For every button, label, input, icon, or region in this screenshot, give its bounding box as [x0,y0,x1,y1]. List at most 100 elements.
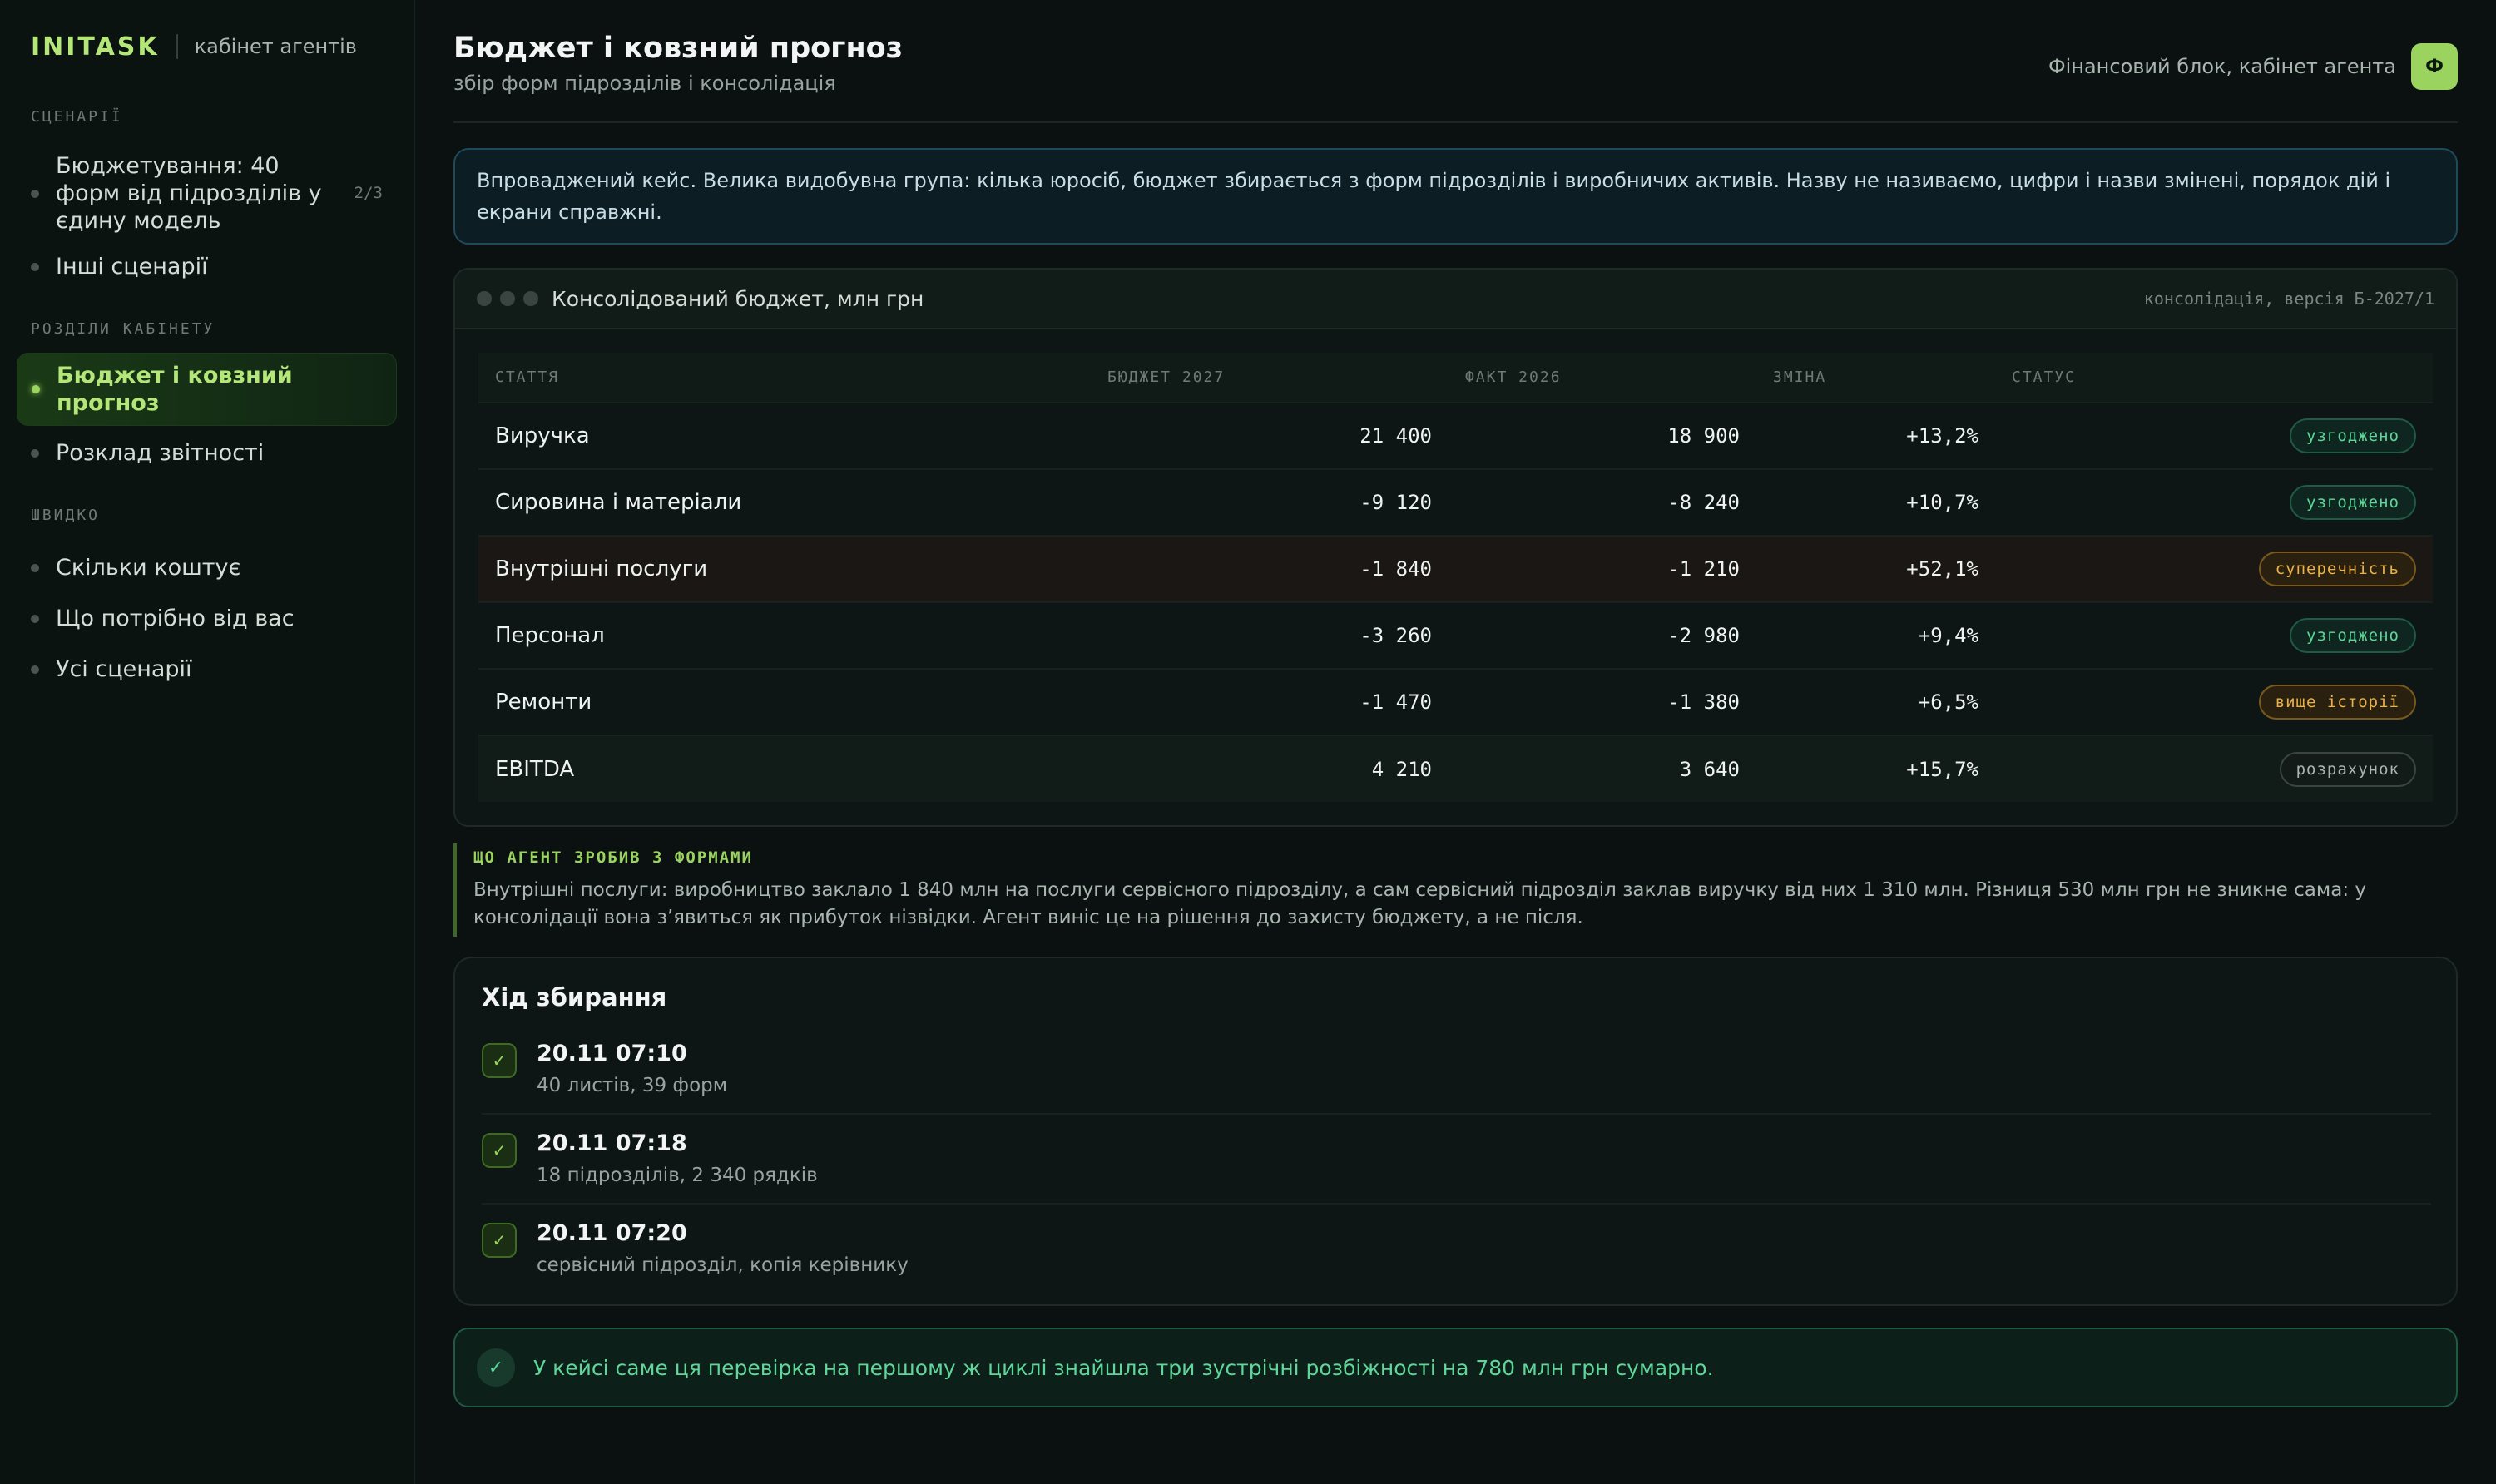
status-badge: узгоджено [2290,418,2416,453]
step-time: 20.11 07:20 [537,1220,687,1246]
cell-status: узгоджено [1995,601,2433,669]
cell-change: +9,4% [1756,601,1995,669]
sidebar-item-budget-forecast[interactable]: Бюджет і ковзний прогноз [17,353,397,426]
step-description: сервісний підрозділ, копія керівнику [537,1254,909,1276]
table-row[interactable]: Сировина і матеріали -9 120 -8 240 +10,7… [478,468,2433,536]
window-dot-icon [477,291,492,306]
step-description: 40 листів, 39 форм [537,1075,728,1096]
status-badge: суперечність [2258,552,2416,586]
window-dot-icon [500,291,515,306]
sidebar-item-requirements[interactable]: Що потрібно від вас [17,598,397,639]
status-badge: розрахунок [2279,751,2416,787]
brand[interactable]: INITASK кабінет агентів [17,32,397,62]
table-row-total[interactable]: EBITDA 4 210 3 640 +15,7% розрахунок [478,735,2433,802]
column-header-item: СТАТТЯ [495,369,560,386]
sidebar-item-label: Усі сценарії [56,656,192,682]
progress-step: ✓ 20.11 07:10 40 листів, 39 форм [482,1025,2431,1115]
cell-change: +6,5% [1756,668,1995,735]
sidebar-item-other-scenarios[interactable]: Інші сценарії [17,246,397,287]
status-badge: вище історії [2258,685,2416,720]
cell-budget: 21 400 [1091,402,1449,469]
bullet-icon [31,262,39,271]
bullet-icon [31,563,39,572]
scenario-counter: 2/3 [354,184,383,202]
brand-divider [176,34,178,59]
cell-fact: -1 380 [1449,668,1756,735]
column-header-status: СТАТУС [2012,369,2077,386]
cell-budget: -1 470 [1091,668,1449,735]
cell-item: Сировина і матеріали [478,468,1091,536]
sidebar-item-budgeting-scenario[interactable]: Бюджетування: 40 форм від підрозділів у … [17,144,397,243]
result-text: У кейсі саме ця перевірка на першому ж ц… [533,1355,1714,1380]
table-row[interactable]: Ремонти -1 470 -1 380 +6,5% вище історії [478,668,2433,735]
cell-item: Виручка [478,402,1091,469]
window-controls: Консолідований бюджет, млн грн [477,287,924,311]
sidebar-item-all-scenarios[interactable]: Усі сценарії [17,649,397,690]
table-header-row: СТАТТЯ БЮДЖЕТ 2027 ФАКТ 2026 ЗМІНА СТАТУ… [478,353,2433,403]
status-badge: узгоджено [2290,618,2416,653]
step-time: 20.11 07:10 [537,1041,687,1066]
agent-note: ЩО АГЕНТ ЗРОБИВ З ФОРМАМИ Внутрішні посл… [453,843,2458,937]
budget-table-card: Консолідований бюджет, млн грн консоліда… [453,268,2458,827]
cell-status: суперечність [1995,535,2433,602]
progress-title: Хід збирання [482,983,667,1012]
sidebar-section-title-cabinet: РОЗДІЛИ КАБІНЕТУ [31,320,215,338]
page-title: Бюджет і ковзний прогноз [453,32,904,65]
budget-card-header: Консолідований бюджет, млн грн консоліда… [455,270,2456,329]
cell-budget: -1 840 [1091,535,1449,602]
bullet-icon [31,665,39,674]
page-heading: Бюджет і ковзний прогноз збір форм підро… [453,30,903,95]
sidebar-item-label: Скільки коштує [56,555,241,581]
brand-subtitle: кабінет агентів [194,35,357,58]
column-header-change: ЗМІНА [1773,369,1827,386]
cell-change: +52,1% [1756,535,1995,602]
cell-status: узгоджено [1995,468,2433,536]
cell-item: Персонал [478,601,1091,669]
column-header-fact: ФАКТ 2026 [1465,369,1562,386]
step-description: 18 підрозділів, 2 340 рядків [537,1165,818,1186]
bullet-icon [31,448,39,458]
step-time: 20.11 07:18 [537,1130,687,1156]
sidebar-item-pricing[interactable]: Скільки коштує [17,547,397,588]
status-badge: узгоджено [2290,485,2416,520]
table-row[interactable]: Персонал -3 260 -2 980 +9,4% узгоджено [478,601,2433,669]
progress-step: ✓ 20.11 07:18 18 підрозділів, 2 340 рядк… [482,1115,2431,1205]
check-circle-icon: ✓ [477,1348,515,1387]
sidebar-item-label: Розклад звітності [56,440,265,466]
sidebar-item-label: Що потрібно від вас [56,606,295,631]
user-label: Фінансовий блок, кабінет агента [2048,55,2396,78]
app-root: INITASK кабінет агентів СЦЕНАРІЇ Бюджету… [0,0,2496,1484]
cell-status: вище історії [1995,668,2433,735]
cell-budget: -9 120 [1091,468,1449,536]
user-menu[interactable]: Фінансовий блок, кабінет агента Ф [2048,43,2458,90]
budget-version: консолідація, версія Б-2027/1 [2143,289,2434,309]
cell-fact: 18 900 [1449,402,1756,469]
sidebar-item-reporting-schedule[interactable]: Розклад звітності [17,433,397,473]
cell-change: +10,7% [1756,468,1995,536]
bullet-icon [31,189,39,198]
budget-table-wrap: СТАТТЯ БЮДЖЕТ 2027 ФАКТ 2026 ЗМІНА СТАТУ… [455,329,2456,825]
bullet-icon [31,614,39,623]
cell-fact: 3 640 [1449,735,1756,802]
case-info-banner: Впроваджений кейс. Велика видобувна груп… [453,148,2458,245]
brand-logo: INITASK [31,32,160,62]
table-row-conflict[interactable]: Внутрішні послуги -1 840 -1 210 +52,1% с… [478,535,2433,602]
cell-item: Ремонти [478,668,1091,735]
cell-change: +15,7% [1756,735,1995,802]
main-content: Бюджет і ковзний прогноз збір форм підро… [415,0,2496,1484]
cell-status: розрахунок [1995,735,2433,802]
check-icon: ✓ [482,1133,517,1168]
table-row[interactable]: Виручка 21 400 18 900 +13,2% узгоджено [478,402,2433,469]
cell-item: Внутрішні послуги [478,535,1091,602]
sidebar: INITASK кабінет агентів СЦЕНАРІЇ Бюджету… [0,0,415,1484]
avatar[interactable]: Ф [2411,43,2458,90]
agent-note-title: ЩО АГЕНТ ЗРОБИВ З ФОРМАМИ [473,848,753,867]
page-subtitle: збір форм підрозділів і консолідація [453,72,836,95]
column-header-budget: БЮДЖЕТ 2027 [1107,369,1226,386]
sidebar-section-title-quick: ШВИДКО [31,507,101,524]
cell-status: узгоджено [1995,402,2433,469]
cell-fact: -2 980 [1449,601,1756,669]
check-icon: ✓ [482,1223,517,1258]
cell-change: +13,2% [1756,402,1995,469]
budget-table: СТАТТЯ БЮДЖЕТ 2027 ФАКТ 2026 ЗМІНА СТАТУ… [478,353,2433,802]
